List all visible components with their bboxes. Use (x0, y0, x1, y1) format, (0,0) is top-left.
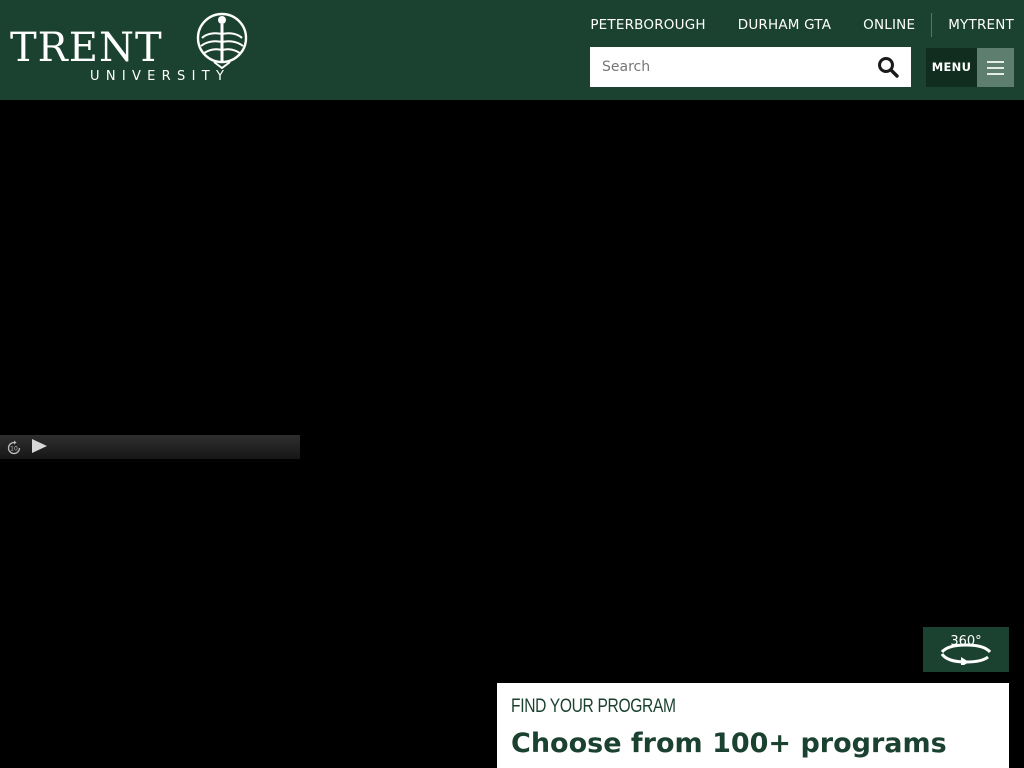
campus-nav: PETERBOROUGH DURHAM GTA ONLINE MYTRENT (574, 10, 1024, 40)
trent-crest-icon (196, 12, 248, 70)
search-box (590, 47, 911, 87)
nav-mytrent[interactable]: MYTRENT (932, 10, 1024, 40)
logo-wordmark: TRENT (10, 25, 163, 71)
trent-university-logo[interactable]: TRENT UNIVERSITY (10, 12, 250, 90)
hamburger-icon (977, 48, 1014, 87)
video-controls: 10 (0, 435, 300, 459)
program-finder-card[interactable]: FIND YOUR PROGRAM Choose from 100+ progr… (497, 683, 1009, 768)
program-eyebrow: FIND YOUR PROGRAM (511, 696, 676, 717)
nav-online[interactable]: ONLINE (847, 10, 931, 40)
search-input[interactable] (590, 47, 860, 87)
play-icon[interactable] (32, 439, 47, 453)
site-header: TRENT UNIVERSITY PETERBOROUGH DURHAM GTA… (0, 0, 1024, 100)
menu-button[interactable]: MENU (926, 48, 1014, 87)
replay-10-icon[interactable]: 10 (6, 440, 22, 456)
replay-10-label: 10 (10, 446, 18, 453)
nav-durham-gta[interactable]: DURHAM GTA (722, 10, 847, 40)
rotate-360-icon (940, 643, 992, 665)
virtual-tour-button[interactable]: 360° (923, 627, 1009, 672)
nav-peterborough[interactable]: PETERBOROUGH (574, 10, 721, 40)
program-title[interactable]: Choose from 100+ programs (511, 727, 947, 761)
menu-label: MENU (926, 48, 977, 87)
search-icon[interactable] (877, 56, 899, 78)
